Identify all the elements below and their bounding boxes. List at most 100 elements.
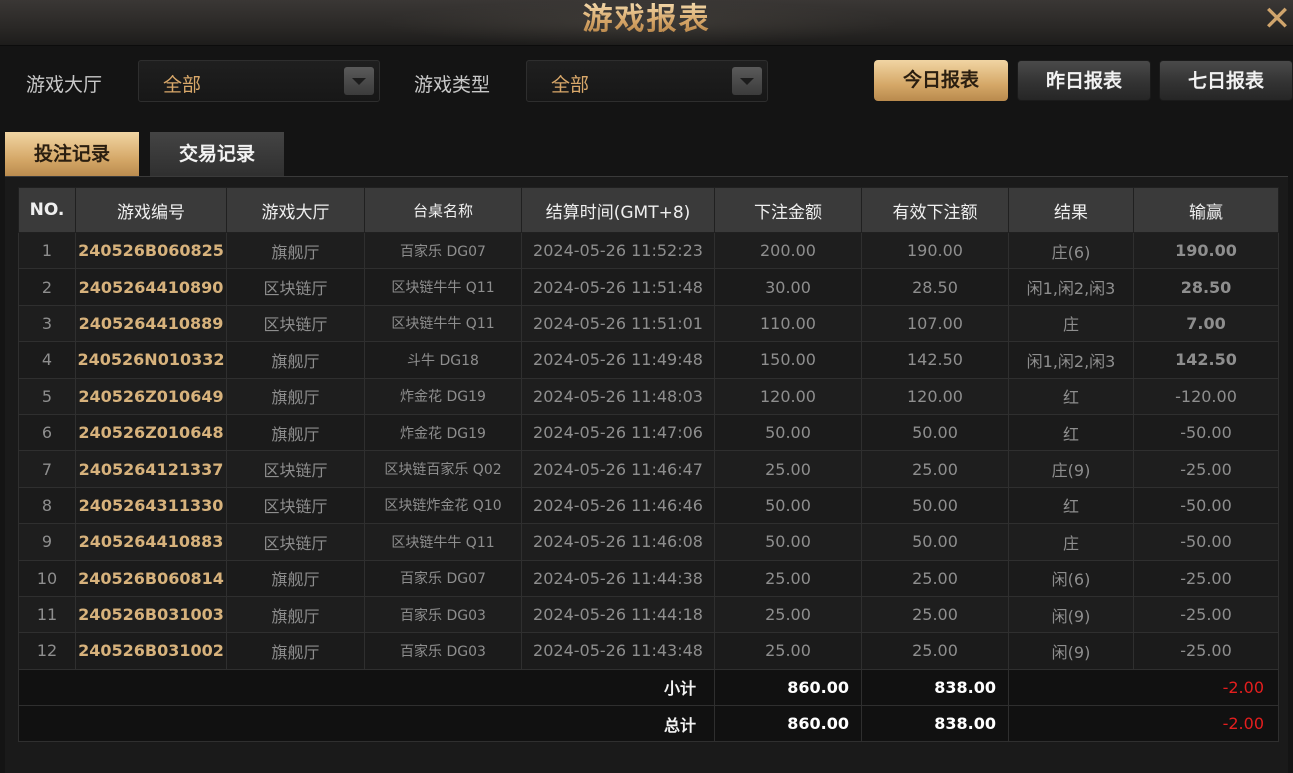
cell-bet: 120.00 (714, 377, 862, 415)
cell-result: 庄 (1008, 523, 1134, 561)
cell-no: 3 (18, 304, 76, 343)
cell-table-name: 百家乐 DG03 (364, 595, 522, 634)
cell-table-name: 区块链牛牛 Q11 (364, 523, 522, 561)
cell-settle-time: 2024-05-26 11:52:23 (521, 231, 715, 270)
cell-win-loss: 142.50 (1133, 341, 1279, 379)
cell-bet: 25.00 (714, 595, 862, 634)
cell-valid-bet: 107.00 (861, 304, 1009, 343)
cell-table-name: 区块链炸金花 Q10 (364, 486, 522, 525)
cell-game-id: 240526Z010648 (75, 413, 227, 452)
yesterday-report-button[interactable]: 昨日报表 (1017, 60, 1151, 101)
cell-bet: 110.00 (714, 304, 862, 343)
table-row: 3 2405264410889 区块链厅 区块链牛牛 Q11 2024-05-26 11… (18, 304, 1279, 343)
cell-no: 4 (18, 341, 76, 379)
col-header-table: 台桌名称 (364, 187, 522, 233)
cell-game-id: 240526Z010649 (75, 377, 227, 415)
cell-valid-bet: 50.00 (861, 523, 1009, 561)
cell-hall: 区块链厅 (226, 486, 365, 525)
cell-settle-time: 2024-05-26 11:44:18 (521, 595, 715, 634)
bet-records-table: NO. 游戏编号 游戏大厅 台桌名称 结算时间(GMT+8) 下注金额 有效下注… (18, 187, 1279, 743)
table-row: 2 2405264410890 区块链厅 区块链牛牛 Q11 2024-05-26 11… (18, 268, 1279, 306)
subtotal-valid: 838.00 (861, 668, 1009, 707)
col-header-no: NO. (18, 187, 76, 233)
cell-table-name: 区块链百家乐 Q02 (364, 450, 522, 488)
col-header-result: 结果 (1008, 187, 1134, 233)
chevron-down-icon[interactable] (732, 67, 762, 95)
cell-result: 红 (1008, 486, 1134, 525)
cell-bet: 50.00 (714, 486, 862, 525)
table-row: 11 240526B031003 旗舰厅 百家乐 DG03 2024-05-26 11:… (18, 595, 1279, 634)
type-select[interactable]: 全部 (526, 60, 768, 102)
table-row: 1 240526B060825 旗舰厅 百家乐 DG07 2024-05-26 11:5… (18, 231, 1279, 270)
cell-game-id: 2405264121337 (75, 450, 227, 488)
cell-game-id: 2405264410889 (75, 304, 227, 343)
cell-win-loss: -120.00 (1133, 377, 1279, 415)
cell-hall: 旗舰厅 (226, 559, 365, 597)
cell-win-loss: -50.00 (1133, 523, 1279, 561)
subtotal-win: -2.00 (1008, 668, 1279, 707)
cell-table-name: 炸金花 DG19 (364, 377, 522, 415)
cell-result: 闲1,闲2,闲3 (1008, 268, 1134, 306)
total-row: 总计 860.00 838.00 -2.00 (18, 705, 1279, 743)
total-bet: 860.00 (714, 705, 862, 743)
cell-game-id: 240526N010332 (75, 341, 227, 379)
cell-win-loss: -50.00 (1133, 413, 1279, 452)
cell-result: 闲1,闲2,闲3 (1008, 341, 1134, 379)
cell-game-id: 240526B031003 (75, 595, 227, 634)
close-icon[interactable]: ✕ (1262, 2, 1292, 36)
cell-result: 红 (1008, 413, 1134, 452)
cell-bet: 25.00 (714, 632, 862, 670)
col-header-valid-bet: 有效下注额 (861, 187, 1009, 233)
cell-valid-bet: 142.50 (861, 341, 1009, 379)
cell-result: 庄(6) (1008, 231, 1134, 270)
cell-valid-bet: 28.50 (861, 268, 1009, 306)
tab-transaction-records[interactable]: 交易记录 (150, 132, 284, 177)
cell-table-name: 百家乐 DG07 (364, 231, 522, 270)
subtotal-bet: 860.00 (714, 668, 862, 707)
cell-hall: 区块链厅 (226, 268, 365, 306)
cell-table-name: 炸金花 DG19 (364, 413, 522, 452)
cell-bet: 50.00 (714, 523, 862, 561)
tab-bet-records[interactable]: 投注记录 (5, 132, 139, 177)
table-row: 5 240526Z010649 旗舰厅 炸金花 DG19 2024-05-26 11:4… (18, 377, 1279, 415)
total-label: 总计 (18, 705, 715, 743)
cell-game-id: 2405264410890 (75, 268, 227, 306)
cell-valid-bet: 25.00 (861, 450, 1009, 488)
table-row: 12 240526B031002 旗舰厅 百家乐 DG03 2024-05-26 11:… (18, 632, 1279, 670)
today-report-button[interactable]: 今日报表 (874, 60, 1008, 101)
cell-settle-time: 2024-05-26 11:46:46 (521, 486, 715, 525)
cell-win-loss: 28.50 (1133, 268, 1279, 306)
col-header-bet: 下注金额 (714, 187, 862, 233)
cell-table-name: 区块链牛牛 Q11 (364, 268, 522, 306)
cell-bet: 50.00 (714, 413, 862, 452)
cell-valid-bet: 190.00 (861, 231, 1009, 270)
cell-win-loss: 190.00 (1133, 231, 1279, 270)
cell-result: 闲(9) (1008, 595, 1134, 634)
seven-day-report-button[interactable]: 七日报表 (1159, 60, 1293, 101)
title-bar: 游戏报表 ✕ (0, 0, 1293, 46)
cell-no: 1 (18, 231, 76, 270)
cell-result: 庄 (1008, 304, 1134, 343)
cell-win-loss: 7.00 (1133, 304, 1279, 343)
page-title: 游戏报表 (0, 0, 1293, 40)
cell-valid-bet: 25.00 (861, 595, 1009, 634)
cell-hall: 区块链厅 (226, 450, 365, 488)
cell-no: 5 (18, 377, 76, 415)
cell-no: 2 (18, 268, 76, 306)
cell-valid-bet: 25.00 (861, 632, 1009, 670)
cell-valid-bet: 50.00 (861, 486, 1009, 525)
cell-settle-time: 2024-05-26 11:43:48 (521, 632, 715, 670)
cell-win-loss: -50.00 (1133, 486, 1279, 525)
hall-select[interactable]: 全部 (138, 60, 380, 102)
table-row: 4 240526N010332 旗舰厅 斗牛 DG18 2024-05-26 11:49… (18, 341, 1279, 379)
chevron-down-icon[interactable] (344, 67, 374, 95)
cell-result: 庄(9) (1008, 450, 1134, 488)
cell-no: 9 (18, 523, 76, 561)
cell-result: 闲(9) (1008, 632, 1134, 670)
cell-settle-time: 2024-05-26 11:46:47 (521, 450, 715, 488)
cell-settle-time: 2024-05-26 11:51:48 (521, 268, 715, 306)
cell-no: 11 (18, 595, 76, 634)
table-row: 8 2405264311330 区块链厅 区块链炸金花 Q10 2024-05-26 1… (18, 486, 1279, 525)
cell-hall: 旗舰厅 (226, 377, 365, 415)
cell-bet: 150.00 (714, 341, 862, 379)
